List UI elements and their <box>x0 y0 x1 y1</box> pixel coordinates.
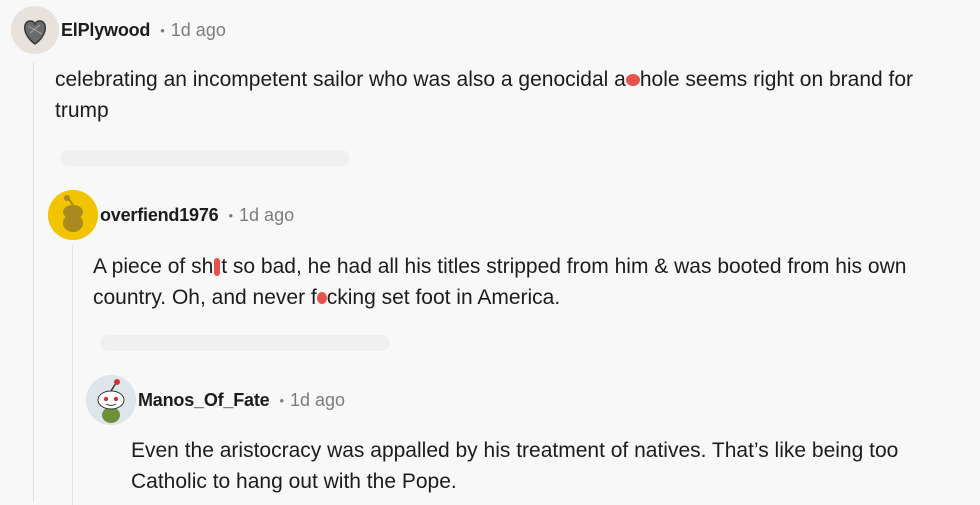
comment-header: Manos_Of_Fate • 1d ago <box>86 375 345 425</box>
comment-body: celebrating an incompetent sailor who wa… <box>55 64 970 126</box>
background-artifact <box>100 335 390 351</box>
username[interactable]: ElPlywood <box>61 20 150 41</box>
background-artifact <box>60 150 350 166</box>
heart-avatar-icon <box>11 6 59 54</box>
avatar[interactable] <box>48 190 98 240</box>
comment-body: A piece of sh t so bad, he had all his ti… <box>93 251 963 313</box>
username[interactable]: overfiend1976 <box>100 205 219 226</box>
comment-text: A piece of sh <box>93 255 214 278</box>
snoo-avatar-icon <box>86 375 136 425</box>
censor-mark <box>214 258 221 277</box>
thread-line[interactable] <box>33 62 34 502</box>
avatar[interactable] <box>11 6 59 54</box>
timestamp[interactable]: 1d ago <box>290 390 345 411</box>
censor-mark <box>316 292 327 305</box>
avatar[interactable] <box>86 375 136 425</box>
timestamp[interactable]: 1d ago <box>171 20 226 41</box>
separator-dot: • <box>279 392 284 408</box>
separator-dot: • <box>160 22 165 38</box>
separator-dot: • <box>228 207 234 223</box>
snoo-avatar-icon <box>48 190 98 240</box>
username[interactable]: Manos_Of_Fate <box>138 390 270 411</box>
comment-text: celebrating an incompetent sailor who wa… <box>55 68 626 91</box>
comment-body: Even the aristocracy was appalled by his… <box>131 439 899 493</box>
comment-text: cking set foot in America. <box>326 286 561 309</box>
thread-line[interactable] <box>72 245 73 505</box>
comment-header: overfiend1976 • 1d ago <box>48 190 294 240</box>
censor-mark <box>625 74 640 87</box>
comment-header: ElPlywood • 1d ago <box>11 6 226 54</box>
timestamp[interactable]: 1d ago <box>239 205 294 226</box>
